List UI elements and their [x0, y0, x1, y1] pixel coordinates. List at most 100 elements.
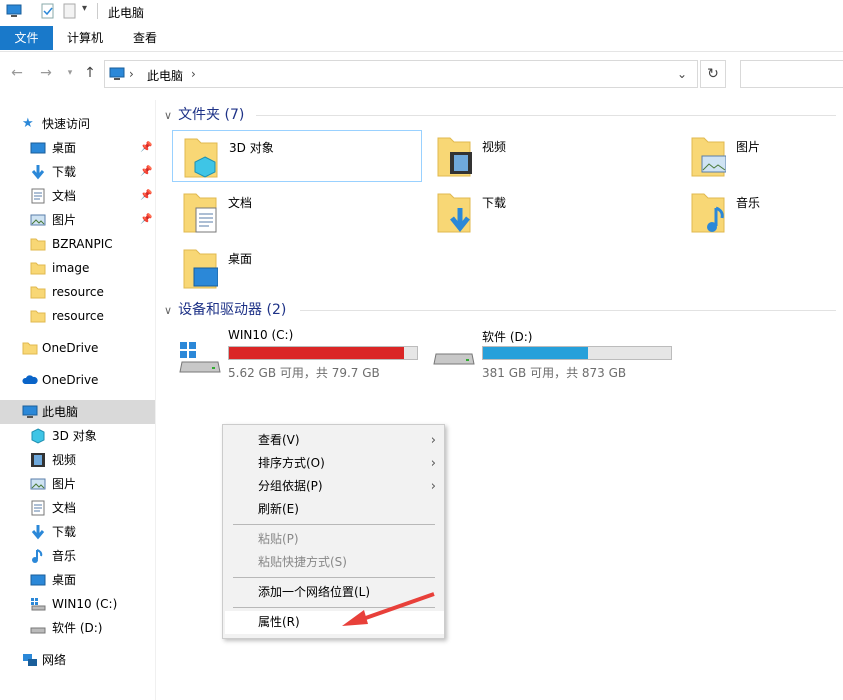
sidebar-item-label: 文档 [52, 501, 77, 515]
document-icon [31, 500, 45, 516]
menu-item-group[interactable]: 分组依据(P) › [225, 475, 444, 498]
menu-item-paste[interactable]: 粘贴(P) [225, 528, 444, 551]
chevron-down-icon[interactable]: ∨ [164, 304, 172, 317]
folder-item-3d-objects[interactable]: 3D 对象 [172, 130, 422, 182]
sidebar-item-label: resource [52, 285, 104, 299]
folder-item-downloads[interactable]: 下载 [426, 186, 676, 238]
computer-icon [6, 4, 22, 17]
folder-label: 下载 [482, 196, 507, 210]
sidebar-item-onedrive[interactable]: OneDrive [0, 368, 155, 392]
sidebar-item-quick-access[interactable]: ★ 快速访问 [0, 112, 155, 136]
chevron-right-icon: › [430, 479, 436, 494]
drive-space-text: 5.62 GB 可用，共 79.7 GB [228, 366, 380, 380]
navigation-pane: ★ 快速访问 桌面 📌 下载 📌 文档 📌 图片 📌 BZRANPIC imag… [0, 100, 156, 700]
tab-view[interactable]: 查看 [133, 26, 157, 50]
group-divider [300, 310, 836, 311]
menu-separator [233, 577, 435, 578]
sidebar-item-label: image [52, 261, 90, 275]
sidebar-item-label: 快速访问 [42, 117, 91, 131]
group-label: 文件夹 (7) [178, 107, 245, 123]
sidebar-item-pictures-pc[interactable]: 图片 [0, 472, 155, 496]
sidebar-item-image[interactable]: image [0, 256, 155, 280]
sidebar-item-drive-d[interactable]: 软件 (D:) [0, 616, 155, 640]
sidebar-item-label: 网络 [42, 653, 67, 667]
menu-item-sort[interactable]: 排序方式(O) › [225, 452, 444, 475]
pin-icon[interactable]: 📌 [140, 136, 152, 160]
menu-item-view[interactable]: 查看(V) › [225, 429, 444, 452]
document-icon [31, 188, 45, 204]
chevron-down-icon[interactable]: ∨ [164, 109, 172, 122]
pin-icon[interactable]: 📌 [140, 160, 152, 184]
sidebar-item-pictures[interactable]: 图片 📌 [0, 208, 155, 232]
drive-name: 软件 (D:) [482, 330, 533, 344]
desktop-icon [30, 574, 46, 586]
group-divider [256, 115, 836, 116]
properties-quick-icon[interactable] [40, 3, 56, 19]
drive-name: WIN10 (C:) [228, 328, 294, 342]
film-icon [31, 453, 45, 467]
sidebar-item-label: OneDrive [42, 341, 99, 355]
back-icon[interactable]: ← [9, 64, 25, 82]
group-label: 设备和驱动器 (2) [178, 302, 287, 318]
drive-item-d[interactable]: 软件 (D:) 381 GB 可用，共 873 GB [426, 328, 676, 388]
sidebar-item-this-pc[interactable]: 此电脑 [0, 400, 155, 424]
breadcrumb-chevron-icon[interactable]: › [191, 67, 196, 81]
folder-item-desktop[interactable]: 桌面 [172, 242, 422, 294]
sidebar-item-documents[interactable]: 文档 📌 [0, 184, 155, 208]
refresh-icon[interactable]: ↻ [700, 60, 726, 88]
forward-icon[interactable]: → [38, 64, 54, 82]
sidebar-item-desktop-pc[interactable]: 桌面 [0, 568, 155, 592]
drive-item-c[interactable]: WIN10 (C:) 5.62 GB 可用，共 79.7 GB [172, 328, 422, 388]
tab-file[interactable]: 文件 [0, 26, 53, 50]
folder-item-videos[interactable]: 视频 [426, 130, 676, 182]
new-folder-quick-icon[interactable] [62, 3, 78, 19]
group-header-devices[interactable]: ∨ 设备和驱动器 (2) [164, 299, 286, 321]
sidebar-item-onedrive-folder[interactable]: OneDrive [0, 336, 155, 360]
sidebar-item-music[interactable]: 音乐 [0, 544, 155, 568]
folder-music-icon [691, 193, 725, 233]
tab-computer[interactable]: 计算机 [67, 26, 103, 50]
annotation-arrow-icon [342, 592, 435, 626]
picture-icon [30, 214, 46, 226]
sidebar-item-desktop[interactable]: 桌面 📌 [0, 136, 155, 160]
sidebar-item-downloads[interactable]: 下载 📌 [0, 160, 155, 184]
folder-picture-icon [691, 137, 726, 177]
drive-usage-bar [482, 346, 672, 360]
download-icon [31, 165, 45, 180]
sidebar-item-label: 软件 (D:) [52, 621, 103, 635]
sidebar-item-downloads-pc[interactable]: 下载 [0, 520, 155, 544]
group-header-folders[interactable]: ∨ 文件夹 (7) [164, 104, 244, 126]
folder-item-music[interactable]: 音乐 [680, 186, 843, 238]
search-input[interactable] [740, 60, 843, 88]
breadcrumb-chevron-icon[interactable]: › [129, 67, 134, 81]
sidebar-item-label: 下载 [52, 525, 77, 539]
address-bar[interactable]: › 此电脑 › ⌄ [104, 60, 698, 88]
computer-icon [22, 405, 38, 418]
sidebar-item-resource-2[interactable]: resource [0, 304, 155, 328]
sidebar-item-documents-pc[interactable]: 文档 [0, 496, 155, 520]
customize-quick-access-icon[interactable]: ▾ [82, 3, 87, 14]
menu-item-paste-shortcut[interactable]: 粘贴快捷方式(S) [225, 551, 444, 574]
sidebar-item-3d-objects[interactable]: 3D 对象 [0, 424, 155, 448]
menu-item-refresh[interactable]: 刷新(E) [225, 498, 444, 521]
folder-item-pictures[interactable]: 图片 [680, 130, 843, 182]
folder-icon [30, 286, 46, 299]
sidebar-item-drive-c[interactable]: WIN10 (C:) [0, 592, 155, 616]
sidebar-item-resource[interactable]: resource [0, 280, 155, 304]
cube-icon [31, 428, 45, 444]
sidebar-item-label: 文档 [52, 189, 77, 203]
folder-item-documents[interactable]: 文档 [172, 186, 422, 238]
sidebar-item-label: 桌面 [52, 141, 77, 155]
up-icon[interactable]: ↑ [82, 64, 98, 82]
breadcrumb-this-pc[interactable]: 此电脑 [147, 67, 183, 84]
sidebar-item-bzranpic[interactable]: BZRANPIC [0, 232, 155, 256]
sidebar-item-network[interactable]: 网络 [0, 648, 155, 672]
menu-separator [233, 524, 435, 525]
folder-label: 3D 对象 [229, 141, 274, 155]
sidebar-item-videos[interactable]: 视频 [0, 448, 155, 472]
folder-desktop-icon [183, 249, 218, 289]
pin-icon[interactable]: 📌 [140, 184, 152, 208]
pin-icon[interactable]: 📌 [140, 208, 152, 232]
chevron-down-icon[interactable]: ⌄ [677, 67, 687, 81]
recent-locations-icon[interactable]: ▾ [62, 64, 78, 82]
